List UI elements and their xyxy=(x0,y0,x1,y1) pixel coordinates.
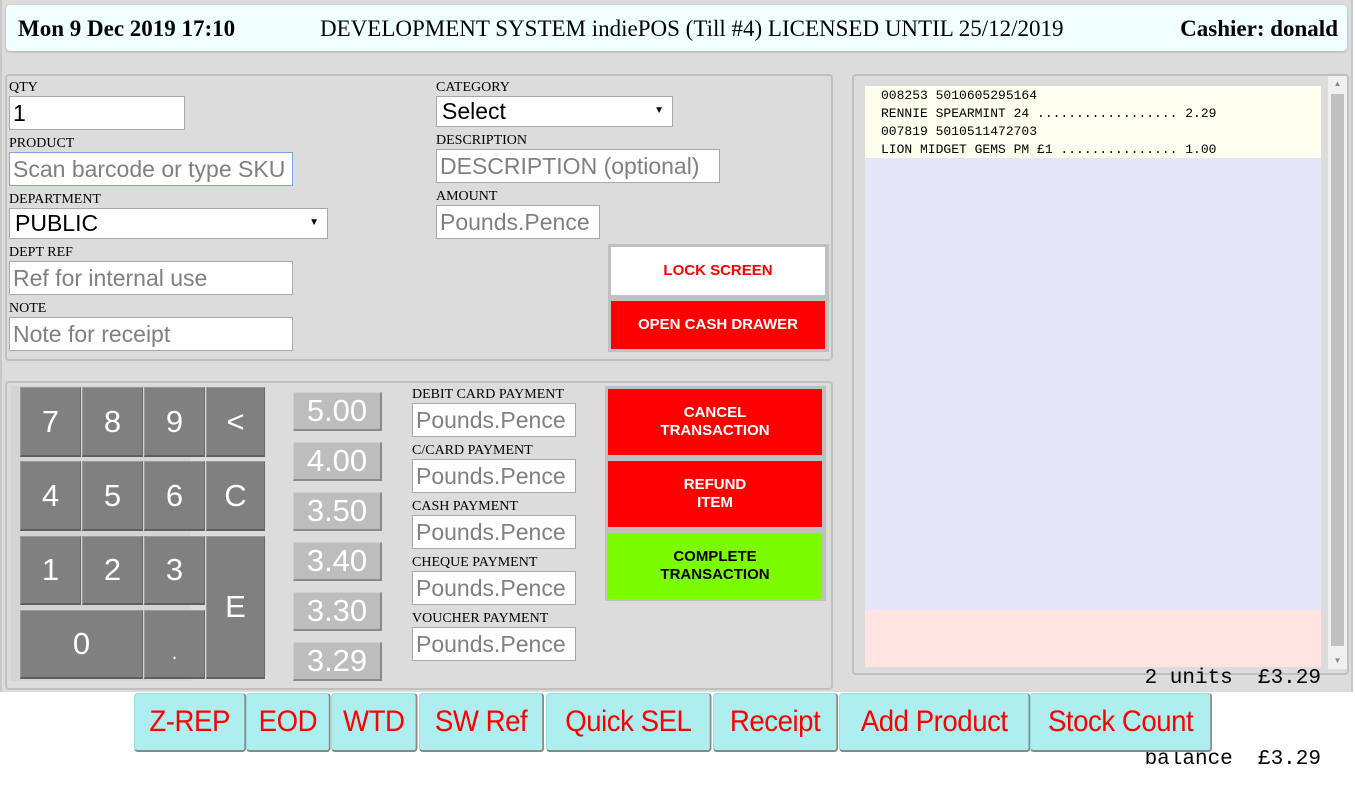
function-button-sw-ref[interactable]: SW Ref xyxy=(419,693,545,752)
keypad-key-3[interactable]: 3 xyxy=(144,536,205,605)
keypad-key-enter[interactable]: E xyxy=(206,536,265,679)
payment-label: VOUCHER PAYMENT xyxy=(412,611,549,626)
amount-input[interactable] xyxy=(436,205,600,239)
receipt-blank-area xyxy=(865,158,1321,610)
receipt-scrollbar[interactable]: ▲ ▼ xyxy=(1328,76,1347,669)
keypad-key-clear[interactable]: C xyxy=(206,461,265,531)
quick-amount-button[interactable]: 3.50 xyxy=(293,492,382,531)
receipt-line: RENNIE SPEARMINT 24 .................. 2… xyxy=(881,106,1217,121)
scroll-down-arrow-icon[interactable]: ▼ xyxy=(1328,653,1347,669)
scroll-up-arrow-icon[interactable]: ▲ xyxy=(1328,76,1347,92)
lock-screen-button[interactable]: LOCK SCREEN xyxy=(611,247,825,295)
header-bar: Mon 9 Dec 2019 17:10 DEVELOPMENT SYSTEM … xyxy=(6,5,1347,51)
quick-amount-button[interactable]: 3.29 xyxy=(293,642,382,681)
department-selected: PUBLIC xyxy=(15,210,99,236)
keypad-key-9[interactable]: 9 xyxy=(144,387,205,457)
payment-input[interactable] xyxy=(412,403,576,437)
keypad-key-0[interactable]: 0 xyxy=(20,610,143,679)
function-button-add-product[interactable]: Add Product xyxy=(839,693,1031,752)
amount-label: AMOUNT xyxy=(436,189,498,204)
receipt-line: 007819 5010511472703 xyxy=(881,124,1038,139)
payment-label: CHEQUE PAYMENT xyxy=(412,555,538,570)
keypad-key-4[interactable]: 4 xyxy=(20,461,81,531)
chevron-down-icon: ▼ xyxy=(654,105,664,116)
units-total: 2 units £3.29 xyxy=(1144,667,1321,690)
payment-input[interactable] xyxy=(412,627,576,661)
keypad-key-6[interactable]: 6 xyxy=(144,461,205,531)
product-label: PRODUCT xyxy=(9,136,75,151)
qty-label: QTY xyxy=(9,80,38,95)
dept-ref-input[interactable] xyxy=(9,261,293,295)
refund-item-button[interactable]: REFUND ITEM xyxy=(608,461,822,527)
payment-input[interactable] xyxy=(412,459,576,493)
open-cash-drawer-button[interactable]: OPEN CASH DRAWER xyxy=(611,301,825,349)
receipt-line: LION MIDGET GEMS PM £1 ............... 1… xyxy=(881,142,1217,157)
function-button-quick-sel[interactable]: Quick SEL xyxy=(546,693,712,752)
payment-label: DEBIT CARD PAYMENT xyxy=(412,387,564,402)
payment-label: C/CARD PAYMENT xyxy=(412,443,533,458)
scroll-thumb[interactable] xyxy=(1331,94,1344,646)
department-select[interactable]: PUBLIC ▼ xyxy=(9,208,328,239)
function-button-wtd[interactable]: WTD xyxy=(331,693,418,752)
qty-input[interactable] xyxy=(9,96,185,130)
function-button-receipt[interactable]: Receipt xyxy=(713,693,839,752)
payment-input[interactable] xyxy=(412,515,576,549)
chevron-down-icon: ▼ xyxy=(309,217,319,228)
quick-amount-button[interactable]: 3.30 xyxy=(293,592,382,631)
function-button-z-rep[interactable]: Z-REP xyxy=(134,693,247,752)
keypad-key-2[interactable]: 2 xyxy=(82,536,143,605)
function-button-eod[interactable]: EOD xyxy=(246,693,331,752)
quick-amount-button[interactable]: 4.00 xyxy=(293,442,382,481)
datetime: Mon 9 Dec 2019 17:10 xyxy=(18,16,236,41)
keypad-key-decimal[interactable]: . xyxy=(144,610,205,679)
keypad-key-backspace[interactable]: < xyxy=(206,387,265,457)
description-label: DESCRIPTION xyxy=(436,133,528,148)
function-button-stock-count[interactable]: Stock Count xyxy=(1030,693,1213,752)
note-label: NOTE xyxy=(9,301,47,316)
keypad-key-8[interactable]: 8 xyxy=(82,387,143,457)
product-input[interactable] xyxy=(9,152,293,186)
keypad-key-5[interactable]: 5 xyxy=(82,461,143,531)
complete-transaction-button[interactable]: COMPLETE TRANSACTION xyxy=(608,533,822,599)
category-label: CATEGORY xyxy=(436,80,510,95)
cashier-name: Cashier: donald xyxy=(1180,16,1338,41)
keypad-key-1[interactable]: 1 xyxy=(20,536,81,605)
quick-amount-button[interactable]: 3.40 xyxy=(293,542,382,581)
payment-label: CASH PAYMENT xyxy=(412,499,518,514)
dept-ref-label: DEPT REF xyxy=(9,245,73,260)
receipt-totals: 2 units £3.29 balance £3.29 xyxy=(865,610,1321,771)
note-input[interactable] xyxy=(9,317,293,351)
receipt-line: 008253 5010605295164 xyxy=(881,88,1038,103)
payment-input[interactable] xyxy=(412,571,576,605)
system-title: DEVELOPMENT SYSTEM indiePOS (Till #4) LI… xyxy=(320,16,1064,41)
cancel-transaction-button[interactable]: CANCEL TRANSACTION xyxy=(608,389,822,455)
department-label: DEPARTMENT xyxy=(9,192,101,207)
quick-amount-button[interactable]: 5.00 xyxy=(293,392,382,431)
category-select[interactable]: Select ▼ xyxy=(436,96,673,127)
description-input[interactable] xyxy=(436,149,720,183)
category-selected: Select xyxy=(442,98,506,124)
keypad-key-7[interactable]: 7 xyxy=(20,387,81,457)
receipt-items: 008253 5010605295164 RENNIE SPEARMINT 24 … xyxy=(865,86,1321,158)
